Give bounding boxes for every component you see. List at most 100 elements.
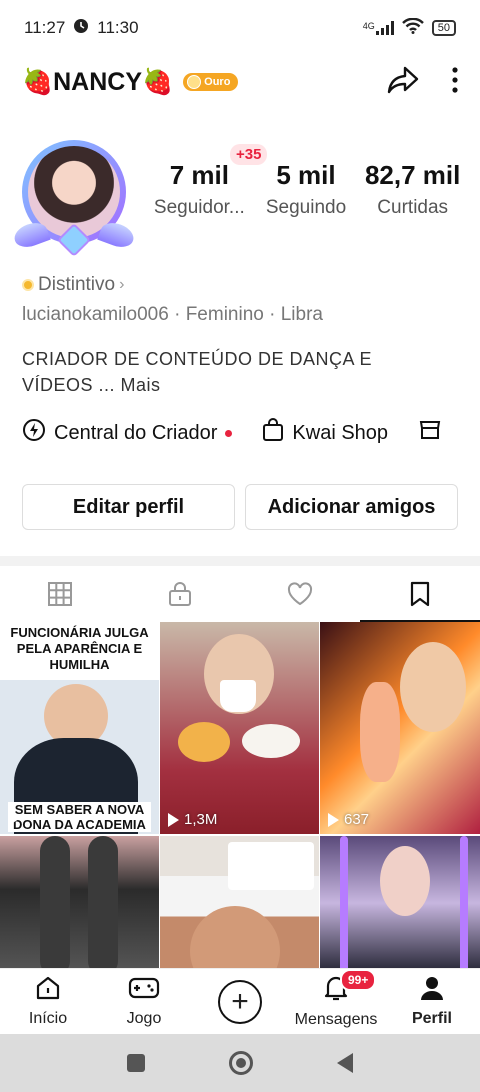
heart-icon (286, 581, 314, 612)
share-icon[interactable] (386, 65, 420, 100)
nav-create[interactable]: + (192, 969, 288, 1034)
network-label: 4G (362, 21, 375, 31)
recents-icon[interactable] (127, 1054, 145, 1072)
avatar[interactable] (11, 134, 137, 257)
nav-profile-label: Perfil (411, 1010, 452, 1027)
nav-home-label: Início (28, 1010, 68, 1027)
video-thumbnail[interactable]: FUNCIONÁRIA JULGA PELA APARÊNCIA E HUMIL… (0, 622, 159, 834)
profile-actions: Editar perfil Adicionar amigos (22, 484, 458, 530)
creator-center-link[interactable]: Central do Criador (22, 418, 233, 448)
gamepad-icon (128, 975, 160, 1006)
add-friends-button[interactable]: Adicionar amigos (245, 484, 458, 530)
nav-profile[interactable]: Perfil (384, 969, 480, 1034)
stat-likes[interactable]: 82,7 mil Curtidas (359, 160, 466, 219)
home-icon (35, 975, 61, 1006)
video-figure (360, 682, 400, 782)
grid-icon (47, 581, 73, 612)
video-figure (380, 846, 430, 916)
video-caption-top: FUNCIONÁRIA JULGA PELA APARÊNCIA E HUMIL… (0, 622, 159, 676)
video-thumbnail[interactable]: 637 (320, 622, 480, 834)
stat-followers[interactable]: 7 mil Seguidor... (146, 160, 253, 219)
play-icon (8, 812, 19, 826)
video-views-count: 1,3M (184, 811, 218, 828)
video-thumbnail[interactable]: 1,3M (160, 622, 319, 834)
alarm-time: 11:30 (97, 18, 139, 37)
profile-name-row: 🍓NANCY🍓 Ouro (22, 68, 239, 97)
video-figure (242, 724, 300, 758)
video-figure (220, 680, 256, 712)
tab-videos[interactable] (0, 570, 120, 622)
play-icon (328, 812, 339, 827)
distintivo-label: Distintivo (38, 274, 116, 295)
video-grid: FUNCIONÁRIA JULGA PELA APARÊNCIA E HUMIL… (0, 622, 480, 968)
system-navigation (0, 1034, 480, 1092)
video-figure (228, 842, 314, 890)
stat-label: Seguindo (265, 197, 347, 218)
video-figure (400, 642, 466, 732)
bookmark-icon (409, 581, 431, 612)
creator-center-label: Central do Criador (54, 421, 218, 444)
profile-header: 🍓NANCY🍓 Ouro (0, 60, 480, 104)
alarm-icon (73, 18, 89, 39)
distintivo-link[interactable]: Distintivo › (22, 274, 124, 296)
shopping-bag-icon (262, 418, 284, 448)
status-bar: 11:27 11:30 4G 50 (0, 0, 480, 56)
kwai-shop-link[interactable]: Kwai Shop (262, 418, 388, 448)
nav-messages[interactable]: 99+ Mensagens (288, 969, 384, 1034)
video-figure (40, 836, 70, 968)
profile-links: Central do Criador Kwai Shop (22, 418, 480, 448)
level-badge[interactable]: Ouro (183, 73, 239, 91)
video-thumbnail[interactable] (320, 836, 480, 968)
tab-saved[interactable] (360, 570, 480, 622)
stat-label: Curtidas (377, 197, 449, 218)
wifi-icon (401, 17, 424, 39)
edit-profile-button[interactable]: Editar perfil (22, 484, 235, 530)
profile-meta: lucianokamilo006 · Feminino · Libra (22, 304, 323, 325)
signal-icon: 4G (363, 21, 394, 35)
bolt-icon (22, 418, 46, 448)
bio-line: VÍDEOS ... Mais (22, 375, 161, 395)
nav-home[interactable]: Início (0, 969, 96, 1034)
video-thumbnail[interactable] (0, 836, 159, 968)
video-views: 1,3M (168, 811, 217, 828)
video-thumbnail[interactable] (160, 836, 319, 968)
video-figure (88, 836, 118, 968)
nav-game-label: Jogo (126, 1010, 162, 1027)
stat-following[interactable]: 5 mil Seguindo (253, 160, 360, 219)
person-icon (419, 975, 445, 1006)
profile-bio[interactable]: CRIADOR DE CONTEÚDO DE DANÇA E VÍDEOS ..… (22, 346, 442, 398)
status-time: 11:27 (24, 18, 66, 37)
video-caption-bottom: SEM SABER A NOVA DONA DA ACADEMIA (8, 802, 151, 832)
video-figure (178, 722, 230, 762)
nav-game[interactable]: Jogo (96, 969, 192, 1034)
video-views-count: 637 (344, 811, 370, 828)
video-views: 637 (328, 811, 369, 828)
stat-label: Seguidor... (153, 197, 245, 218)
store-icon (418, 418, 442, 448)
section-divider (0, 556, 480, 566)
video-figure (460, 836, 468, 968)
tab-private[interactable] (120, 570, 240, 622)
nav-messages-label: Mensagens (294, 1011, 378, 1028)
video-figure (340, 836, 348, 968)
chevron-right-icon: › (119, 276, 125, 293)
lock-icon (167, 581, 193, 612)
stat-value: 5 mil (276, 160, 336, 190)
kwai-shop-label: Kwai Shop (292, 421, 389, 444)
bottom-navigation: Início Jogo + 99+ Mensagens Perfil (0, 968, 480, 1034)
messages-badge: 99+ (340, 969, 377, 991)
more-options-icon[interactable] (452, 66, 458, 98)
coin-icon (187, 75, 202, 89)
video-figure (190, 906, 280, 968)
notification-dot (225, 429, 233, 437)
stat-value: 82,7 mil (364, 160, 461, 190)
back-icon[interactable] (337, 1053, 353, 1073)
store-link[interactable] (418, 418, 442, 448)
add-icon: + (218, 979, 262, 1024)
battery-icon: 50 (431, 20, 456, 36)
tab-liked[interactable] (240, 570, 360, 622)
home-button-icon[interactable] (229, 1051, 253, 1075)
content-tabs (0, 570, 480, 622)
level-badge-label: Ouro (204, 76, 231, 88)
stat-value: 7 mil (169, 160, 229, 190)
